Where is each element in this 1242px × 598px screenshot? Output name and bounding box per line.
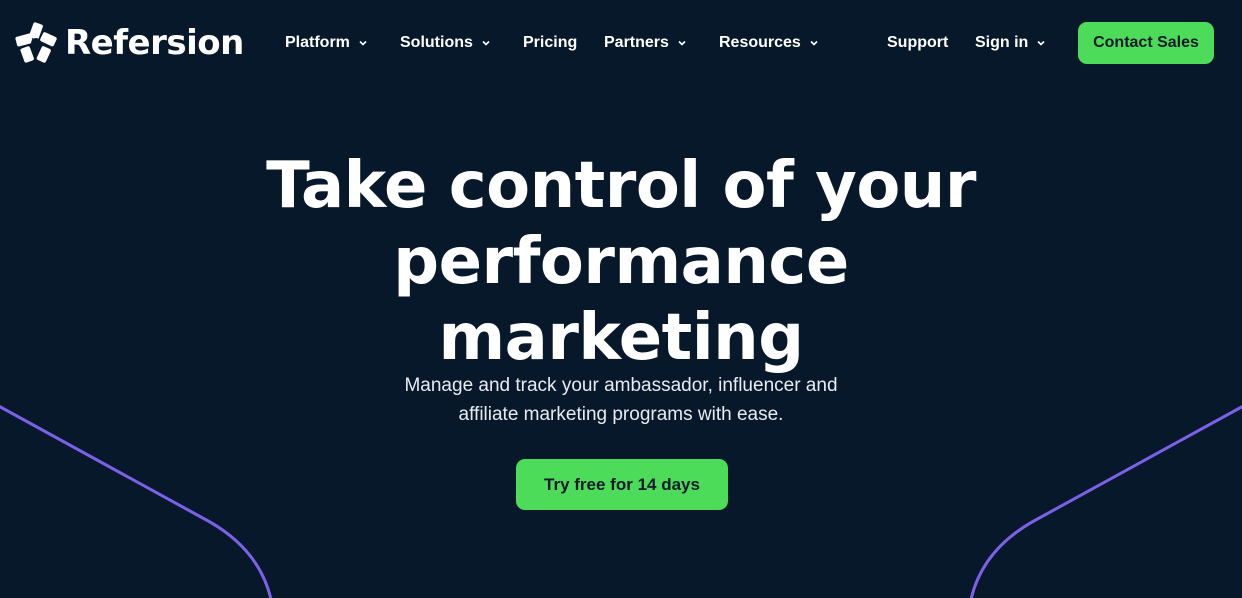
nav-resources-label: Resources bbox=[719, 34, 801, 51]
nav-support[interactable]: Support bbox=[887, 32, 948, 54]
refersion-logo-icon bbox=[15, 22, 57, 63]
hero-title: Take control of your performance marketi… bbox=[0, 148, 1242, 376]
chevron-down-icon bbox=[810, 40, 818, 46]
nav-resources[interactable]: Resources bbox=[719, 32, 819, 54]
hero-title-line: performance bbox=[393, 225, 849, 299]
nav-partners[interactable]: Partners bbox=[604, 32, 687, 54]
chevron-down-icon bbox=[678, 40, 686, 46]
site-header: Refersion Platform Solutions Pricing Par… bbox=[0, 0, 1242, 86]
hero-title-line: marketing bbox=[438, 301, 804, 375]
nav-sign-in-label: Sign in bbox=[975, 34, 1029, 51]
logo-link[interactable]: Refersion bbox=[15, 22, 244, 64]
chevron-down-icon bbox=[359, 40, 367, 46]
page: Refersion Platform Solutions Pricing Par… bbox=[0, 0, 1242, 598]
hero-subtitle-line: Manage and track your ambassador, influe… bbox=[404, 375, 838, 396]
nav-pricing[interactable]: Pricing bbox=[523, 32, 577, 54]
hero-subtitle: Manage and track your ambassador, influe… bbox=[0, 371, 1242, 429]
nav-platform-label: Platform bbox=[285, 34, 350, 51]
brand-name: Refersion bbox=[65, 23, 244, 63]
try-free-button[interactable]: Try free for 14 days bbox=[516, 459, 728, 510]
right-curve-line bbox=[969, 405, 1242, 598]
nav-solutions[interactable]: Solutions bbox=[400, 32, 491, 54]
hero-title-line: Take control of your bbox=[266, 149, 976, 223]
chevron-down-icon bbox=[482, 40, 490, 46]
nav-solutions-label: Solutions bbox=[400, 34, 473, 51]
hero-subtitle-line: affiliate marketing programs with ease. bbox=[458, 404, 784, 425]
chevron-down-icon bbox=[1037, 40, 1045, 46]
nav-sign-in[interactable]: Sign in bbox=[975, 32, 1046, 54]
nav-support-label: Support bbox=[887, 34, 949, 51]
nav-platform[interactable]: Platform bbox=[285, 32, 368, 54]
nav-partners-label: Partners bbox=[604, 34, 669, 51]
contact-sales-button[interactable]: Contact Sales bbox=[1078, 22, 1214, 64]
left-curve-line bbox=[0, 405, 273, 598]
nav-pricing-label: Pricing bbox=[523, 34, 578, 51]
